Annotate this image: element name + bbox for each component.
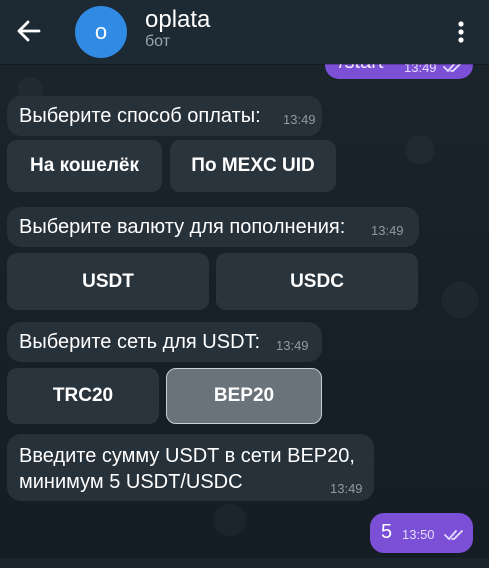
inline-button-usdc[interactable]: USDC — [216, 253, 418, 310]
incoming-message[interactable]: Введите сумму USDT в сети BEP20, минимум… — [7, 434, 374, 501]
avatar-letter: o — [94, 19, 108, 44]
chat-title[interactable]: oplata — [145, 6, 210, 34]
incoming-message[interactable]: Выберите способ оплаты: 13:49 — [7, 96, 322, 136]
inline-button-trc20[interactable]: TRC20 — [7, 368, 159, 424]
avatar[interactable]: o — [75, 6, 127, 58]
back-button[interactable] — [12, 14, 46, 48]
message-time: 13:49 — [283, 112, 316, 127]
next-message-edge — [0, 558, 489, 568]
double-check-icon — [444, 530, 463, 540]
message-text: Выберите сеть для USDT: — [19, 331, 261, 353]
message-text: Выберите валюту для пополнения: — [19, 216, 346, 238]
inline-button-usdt[interactable]: USDT — [7, 253, 209, 310]
outgoing-amount-message[interactable]: 5 13:50 — [370, 513, 473, 553]
inline-button-bep20[interactable]: BEP20 — [166, 368, 322, 424]
message-text-line2: минимум 5 USDT/USDC — [19, 471, 243, 493]
inline-button-mexc-uid[interactable]: По MEXC UID — [170, 140, 336, 192]
inline-button-wallet[interactable]: На кошелёк — [7, 140, 162, 192]
message-time: 13:50 — [402, 527, 435, 542]
message-text-line1: Введите сумму USDT в сети BEP20, — [19, 445, 355, 467]
incoming-message[interactable]: Выберите валюту для пополнения: 13:49 — [7, 207, 419, 247]
message-time: 13:49 — [276, 338, 309, 353]
incoming-message[interactable]: Выберите сеть для USDT: 13:49 — [7, 322, 322, 362]
message-time: 13:49 — [330, 481, 363, 496]
more-vertical-icon — [458, 21, 464, 43]
arrow-left-icon — [17, 20, 41, 42]
more-menu-button[interactable] — [449, 14, 473, 48]
message-time: 13:49 — [371, 223, 404, 238]
message-text: 5 — [381, 521, 393, 543]
chat-header: o oplata бот — [0, 0, 489, 64]
chat-subtitle: бот — [145, 33, 171, 50]
message-text: Выберите способ оплаты: — [19, 105, 261, 127]
